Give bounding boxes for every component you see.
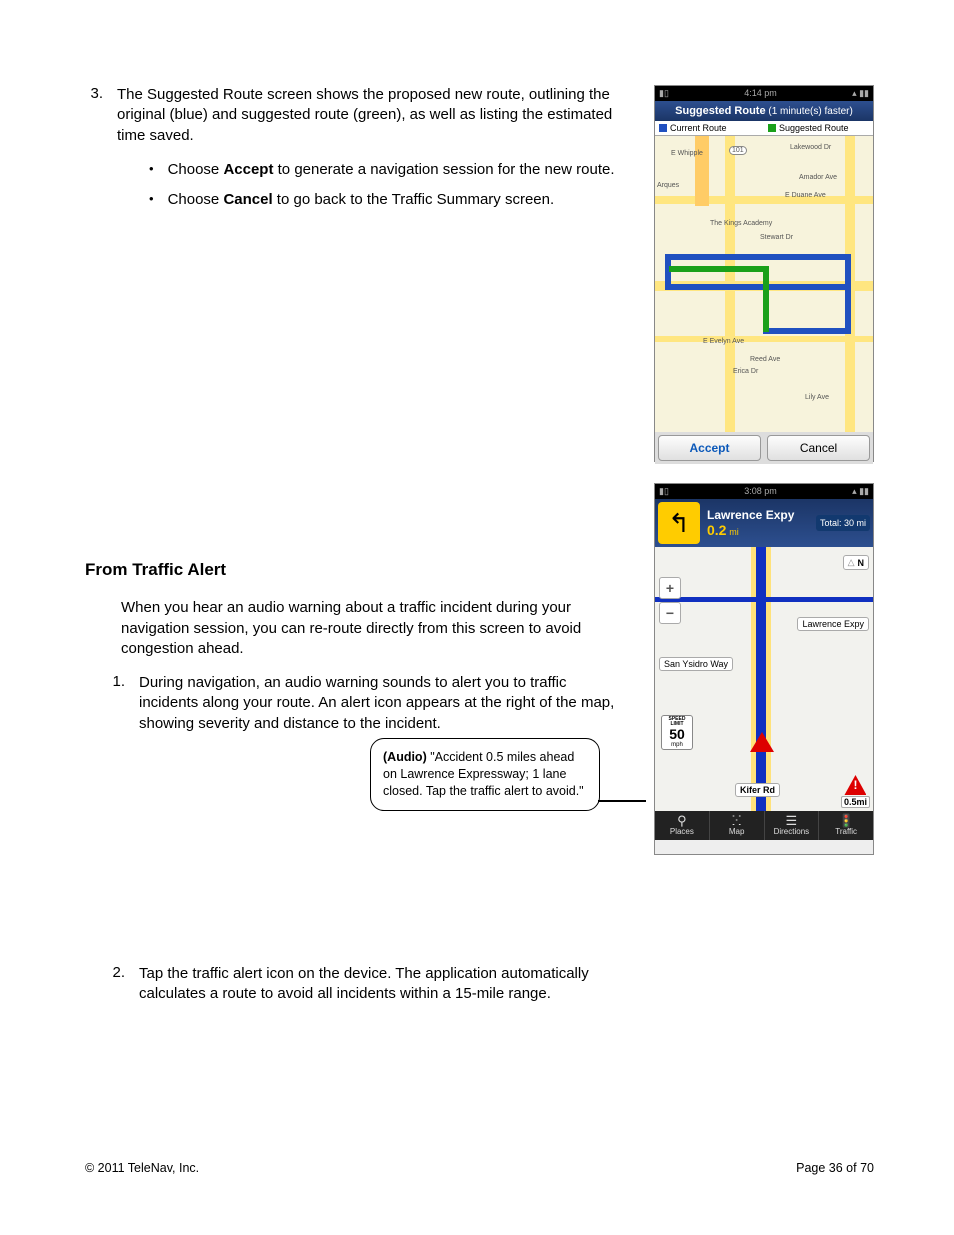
status-bar: ▮▯ 4:14 pm ▴ ▮▮ (655, 86, 873, 101)
next-distance: 0.2 (707, 522, 726, 538)
map-view[interactable]: 101 E Whipple Lakewood Dr Amador Ave E D… (655, 136, 873, 432)
street-label-lawrence: Lawrence Expy (797, 617, 869, 631)
cross-route (655, 597, 873, 602)
suggested-route-header: Suggested Route (1 minute(s) faster) (655, 101, 873, 121)
list-number: 2. (107, 964, 125, 1005)
next-street: Lawrence Expy (707, 508, 809, 522)
map-label: The Kings Academy (710, 220, 772, 227)
pin-icon: ⚲ (655, 814, 709, 827)
status-time: 3:08 pm (744, 486, 777, 497)
bullet-list: • Choose Accept to generate a navigation… (149, 160, 635, 211)
alert-triangle-icon (844, 775, 866, 795)
total-distance: Total: 30 mi (816, 515, 870, 531)
green-square-icon (768, 124, 776, 132)
page-number: Page 36 of 70 (796, 1161, 874, 1175)
cancel-button[interactable]: Cancel (767, 435, 870, 461)
status-time: 4:14 pm (744, 88, 777, 99)
map-label: Erica Dr (733, 368, 758, 375)
map-label: Arques (657, 182, 679, 189)
speed-limit-sign: SPEED LIMIT 50 mph (661, 715, 693, 750)
hwy-shield: 101 (729, 146, 747, 155)
turn-left-icon: ↰ (658, 502, 700, 544)
list-number: 3. (85, 85, 103, 220)
bullet-cancel: • Choose Cancel to go back to the Traffi… (149, 190, 635, 210)
screenshot-navigation: ▮▯ 3:08 pm ▴ ▮▮ ↰ Lawrence Expy 0.2 mi T… (654, 483, 874, 855)
button-row: Accept Cancel (655, 432, 873, 464)
intro-paragraph: When you hear an audio warning about a t… (121, 598, 641, 659)
compass-icon: △ (848, 557, 855, 568)
accept-button[interactable]: Accept (658, 435, 761, 461)
bullet-dot-icon: • (149, 160, 154, 180)
map-label: Reed Ave (750, 356, 780, 363)
navigation-map[interactable]: △ N + − Lawrence Expy San Ysidro Way Kif… (655, 547, 873, 811)
list-number: 1. (107, 673, 125, 734)
bullet-accept: • Choose Accept to generate a navigation… (149, 160, 635, 180)
compass[interactable]: △ N (843, 555, 869, 570)
turn-instruction-bar: ↰ Lawrence Expy 0.2 mi Total: 30 mi (655, 499, 873, 547)
map-label: E Whipple (671, 150, 703, 157)
list-item-2: 2. Tap the traffic alert icon on the dev… (107, 964, 635, 1005)
list-item-3: 3. The Suggested Route screen shows the … (85, 85, 635, 220)
status-bar: ▮▯ 3:08 pm ▴ ▮▮ (655, 484, 873, 499)
list-item-2-text: Tap the traffic alert icon on the device… (139, 964, 629, 1005)
street-label-kifer: Kifer Rd (735, 783, 780, 797)
map-label: Lakewood Dr (790, 144, 831, 151)
bullet-text: Choose Cancel to go back to the Traffic … (168, 190, 555, 210)
car-position-icon (750, 732, 774, 752)
signal-icon: ▴ ▮▮ (852, 88, 869, 99)
map-label: Stewart Dr (760, 234, 793, 241)
header-title: Suggested Route (675, 105, 765, 117)
bullet-text: Choose Accept to generate a navigation s… (168, 160, 615, 180)
callout-connector (598, 800, 646, 802)
route-legend: Current Route Suggested Route (655, 121, 873, 136)
map-label: Lily Ave (805, 394, 829, 401)
battery-icon: ▮▯ (659, 88, 669, 99)
signal-icon: ▴ ▮▮ (852, 486, 869, 497)
tab-places[interactable]: ⚲Places (655, 811, 710, 840)
map-label: E Evelyn Ave (703, 338, 744, 345)
blue-square-icon (659, 124, 667, 132)
list-item-1: 1. During navigation, an audio warning s… (107, 673, 635, 734)
list-item-1-text: During navigation, an audio warning soun… (139, 673, 629, 734)
callout-label: (Audio) (383, 750, 427, 764)
copyright: © 2011 TeleNav, Inc. (85, 1161, 199, 1175)
tab-map[interactable]: ⵘMap (710, 811, 765, 840)
ordered-list: 3. The Suggested Route screen shows the … (85, 85, 635, 220)
map-label: E Duane Ave (785, 192, 826, 199)
street-label-sanysidro: San Ysidro Way (659, 657, 733, 671)
screenshot-suggested-route: ▮▯ 4:14 pm ▴ ▮▮ Suggested Route (1 minut… (654, 85, 874, 462)
audio-callout: (Audio) "Accident 0.5 miles ahead on Law… (370, 738, 600, 811)
zoom-in-button[interactable]: + (659, 577, 681, 599)
route-line (756, 547, 766, 811)
tab-traffic[interactable]: 🚦Traffic (819, 811, 873, 840)
map-icon: ⵘ (710, 814, 764, 827)
traffic-alert-button[interactable]: 0.5mi (841, 775, 870, 808)
list-item-3-text: The Suggested Route screen shows the pro… (117, 85, 635, 146)
legend-suggested: Suggested Route (764, 121, 873, 135)
bottom-tab-bar: ⚲Places ⵘMap ☰Directions 🚦Traffic (655, 811, 873, 840)
legend-current: Current Route (655, 121, 764, 135)
battery-icon: ▮▯ (659, 486, 669, 497)
header-note: (1 minute(s) faster) (768, 106, 852, 117)
list-icon: ☰ (765, 814, 819, 827)
zoom-out-button[interactable]: − (659, 602, 681, 624)
traffic-light-icon: 🚦 (819, 814, 873, 827)
map-label: Amador Ave (799, 174, 837, 181)
tab-directions[interactable]: ☰Directions (765, 811, 820, 840)
alert-distance: 0.5mi (841, 796, 870, 808)
bullet-dot-icon: • (149, 190, 154, 210)
page-footer: © 2011 TeleNav, Inc. Page 36 of 70 (85, 1161, 874, 1175)
section-heading: From Traffic Alert (85, 560, 635, 580)
